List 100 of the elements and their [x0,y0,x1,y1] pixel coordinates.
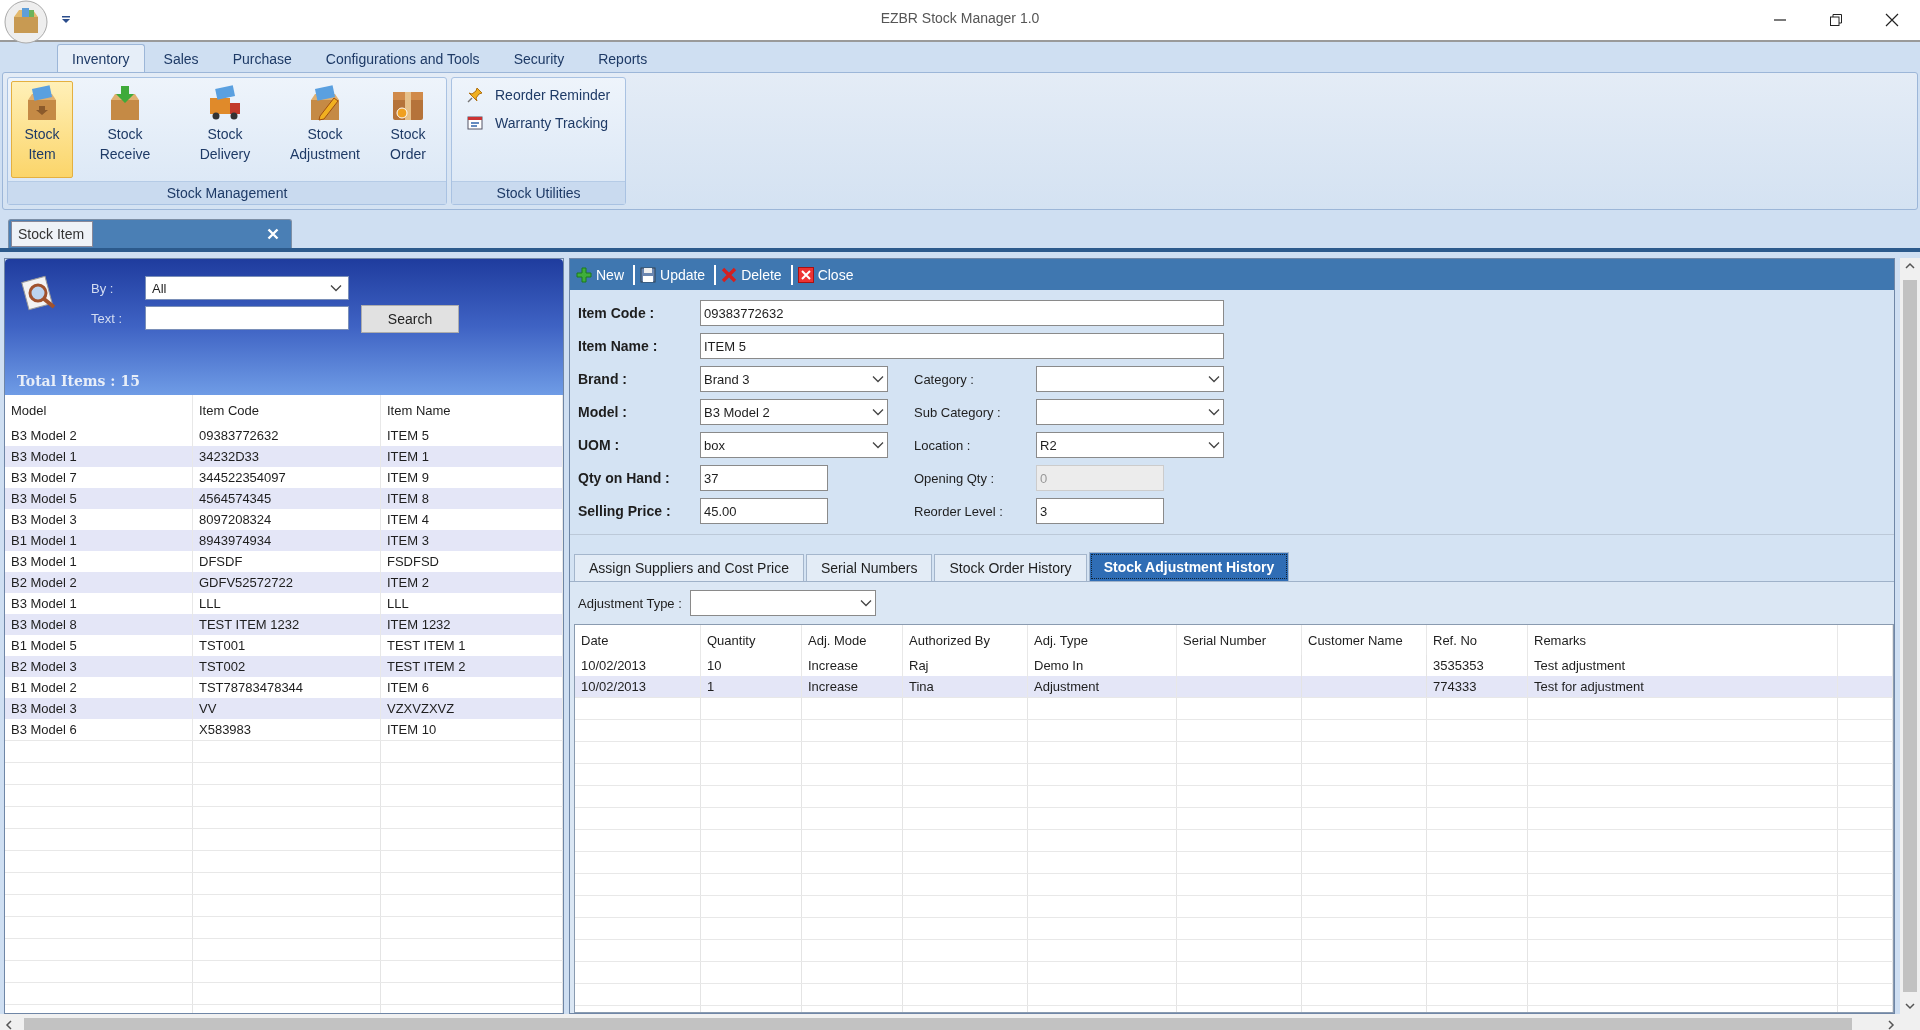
text-field[interactable]: 3 [1036,498,1164,524]
dropdown[interactable]: Brand 3 [700,366,888,392]
field-label: Model : [578,404,628,420]
column-header[interactable]: Serial Number [1177,625,1302,655]
table-cell: B3 Model 6 [5,719,193,740]
table-cell: GDFV52572722 [193,572,381,593]
search-by-dropdown[interactable]: All [145,276,349,300]
close-icon[interactable] [267,228,279,240]
field-label: By : [91,280,115,296]
field-label: Item Name : [578,338,659,354]
table-cell: 8943974934 [193,530,381,551]
column-header[interactable]: Adj. Mode [802,625,903,655]
column-header[interactable]: Adj. Type [1028,625,1177,655]
dropdown[interactable]: B3 Model 2 [700,399,888,425]
ribbon-button[interactable]: Stock Delivery [177,81,273,178]
dropdown[interactable] [1036,366,1224,392]
column-header[interactable]: Remarks [1528,625,1838,655]
caret-icon[interactable] [61,15,71,25]
field-label: Item Code : [578,305,656,321]
table-cell: X583983 [193,719,381,740]
dropdown[interactable]: box [700,432,888,458]
ribbon-tab[interactable]: Sales [148,44,214,72]
ribbon-tab[interactable]: Purchase [217,44,307,72]
table-cell: TEST ITEM 2 [381,656,563,677]
dropdown[interactable] [1036,399,1224,425]
table-cell: ITEM 1 [381,446,563,467]
column-header[interactable]: Item Name [381,395,563,425]
group-title: Stock Utilities [495,185,582,201]
adjustment-type-dropdown[interactable] [689,590,876,616]
table-cell: B2 Model 3 [5,656,193,677]
table-cell: B1 Model 1 [5,530,193,551]
ribbon-button[interactable]: Reorder Reminder [462,84,616,106]
table-cell: B3 Model 3 [5,698,193,719]
close-icon [797,266,814,283]
field-label: Sub Category : [914,404,1002,420]
toolbar-button[interactable]: Update [638,266,712,283]
document-tab[interactable]: Stock Item [11,221,94,247]
chevron-icon [330,284,342,292]
item-count: Total Items : 15 [17,373,141,389]
table-cell: Increase [802,676,903,697]
tab[interactable]: Stock Adjustment History [1088,552,1290,581]
toolbar-button[interactable]: Close [795,266,860,283]
plus-icon [576,266,592,283]
field-label: Text : [91,310,124,326]
ribbon-button[interactable]: Stock Adjustment [277,81,373,178]
text-field[interactable]: 37 [700,465,828,491]
column-header[interactable]: Ref. No [1427,625,1528,655]
table-cell: ITEM 8 [381,488,563,509]
column-header[interactable]: Quantity [701,625,802,655]
restore-button[interactable] [1829,13,1843,27]
tab[interactable]: Stock Order History [934,554,1087,581]
window-title: EZBR Stock Manager 1.0 [880,10,1040,26]
app-logo-icon[interactable] [3,0,49,45]
tab[interactable]: Assign Suppliers and Cost Price [574,554,804,581]
search-field[interactable] [145,306,349,330]
close-button[interactable] [1885,13,1899,27]
ribbon-button[interactable]: Stock Order [377,81,439,178]
column-header[interactable]: Customer Name [1302,625,1427,655]
table-cell: ITEM 1232 [381,614,563,635]
table-cell: B3 Model 8 [5,614,193,635]
text-field[interactable]: ITEM 5 [700,333,1224,359]
ribbon-tab[interactable]: Security [498,44,580,72]
field-label: Opening Qty : [914,470,996,486]
chevron-icon [1208,375,1220,383]
scrollbar-thumb[interactable] [24,1018,1852,1030]
table-cell: Test for adjustment [1528,676,1838,697]
chevron-icon [872,375,884,383]
ribbon-tab[interactable]: Configurations and Tools [310,44,495,72]
ribbon-tab[interactable]: Reports [583,44,663,72]
toolbar-button[interactable]: New [574,266,630,283]
table-cell: ITEM 3 [381,530,563,551]
chevron-icon [859,599,872,607]
text-field[interactable]: 45.00 [700,498,828,524]
ribbon-button[interactable]: Warranty Tracking [462,112,616,134]
tab[interactable]: Serial Numbers [806,554,933,581]
calendar-icon [467,115,483,131]
text-field[interactable]: 09383772632 [700,300,1224,326]
toolbar-button[interactable]: Delete [719,266,788,283]
ribbon-button[interactable]: Stock Receive [77,81,173,178]
pushpin-icon [467,87,483,103]
column-header[interactable]: Date [575,625,701,655]
table-cell: VZXVZXVZ [381,698,563,719]
scrollbar-thumb[interactable] [1903,280,1917,992]
dropdown[interactable]: R2 [1036,432,1224,458]
table-cell: 4564574345 [193,488,381,509]
table-cell: TST002 [193,656,381,677]
table-cell: TEST ITEM 1232 [193,614,381,635]
ribbon-button[interactable]: Stock Item [11,81,73,178]
table-cell: B3 Model 1 [5,446,193,467]
field-label: Brand : [578,371,628,387]
table-cell: ITEM 2 [381,572,563,593]
table-cell: 1 [701,676,802,697]
column-header[interactable]: Item Code [193,395,381,425]
chevron-icon [872,408,884,416]
ribbon-tab[interactable]: Inventory [57,44,145,72]
group-title: Stock Management [165,185,289,201]
column-header[interactable]: Model [5,395,193,425]
search-button[interactable]: Search [361,305,459,333]
column-header[interactable]: Authorized By [903,625,1028,655]
table-cell: 10/02/2013 [575,676,701,697]
